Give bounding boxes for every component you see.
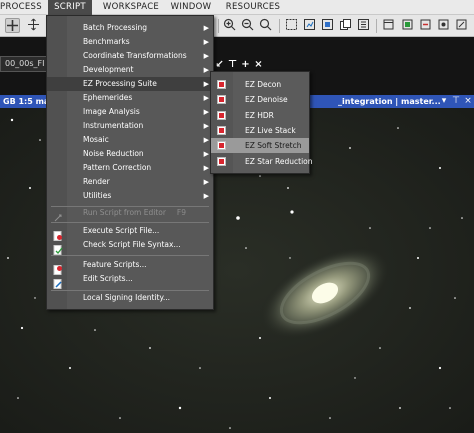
chevron-right-icon: ▶ bbox=[203, 66, 209, 74]
preview-icon[interactable] bbox=[284, 18, 299, 33]
menu-workspace[interactable]: WORKSPACE bbox=[102, 0, 160, 15]
copy-icon[interactable] bbox=[338, 18, 353, 33]
menu-item-check-syntax[interactable]: Check Script File Syntax... bbox=[47, 238, 213, 255]
script-icon bbox=[217, 141, 226, 150]
script-icon bbox=[217, 80, 226, 89]
menu-item-feature-scripts[interactable]: Feature Scripts... bbox=[47, 258, 213, 275]
menu-item-mosaic[interactable]: Mosaic ▶ bbox=[47, 133, 213, 147]
menu-item-pattern-correction[interactable]: Pattern Correction ▶ bbox=[47, 161, 213, 175]
menu-window[interactable]: WINDOW bbox=[168, 0, 214, 15]
menu-script[interactable]: SCRIPT bbox=[48, 0, 92, 15]
menu-separator bbox=[51, 222, 209, 223]
format-icon[interactable] bbox=[454, 18, 469, 33]
menu-item-instrumentation[interactable]: Instrumentation ▶ bbox=[47, 119, 213, 133]
window-controls: ↙ ⊤ + × bbox=[214, 59, 266, 71]
menu-item-coordinate-transformations[interactable]: Coordinate Transformations ▶ bbox=[47, 49, 213, 63]
ez-processing-submenu: EZ Decon EZ Denoise EZ HDR EZ Live Stack… bbox=[210, 71, 313, 174]
menu-item-ez-processing-suite[interactable]: EZ Processing Suite ▶ bbox=[47, 77, 213, 91]
shade-icon[interactable]: ▾ bbox=[439, 96, 449, 107]
move-icon[interactable] bbox=[26, 18, 41, 33]
menu-item-render[interactable]: Render ▶ bbox=[47, 175, 213, 189]
chevron-right-icon: ▶ bbox=[203, 38, 209, 46]
chevron-right-icon: ▶ bbox=[203, 94, 209, 102]
menu-item-ez-denoise[interactable]: EZ Denoise bbox=[211, 92, 309, 107]
close-icon[interactable]: × bbox=[463, 96, 473, 107]
add-icon[interactable] bbox=[5, 18, 20, 33]
pin-icon[interactable]: ↙ bbox=[214, 59, 225, 70]
menu-item-image-analysis[interactable]: Image Analysis ▶ bbox=[47, 105, 213, 119]
menu-item-ez-soft-stretch[interactable]: EZ Soft Stretch bbox=[211, 138, 309, 153]
close-icon[interactable]: × bbox=[253, 59, 264, 70]
menu-item-ez-decon[interactable]: EZ Decon bbox=[211, 77, 309, 92]
minimized-window-title: 00_00s_FI bbox=[5, 59, 45, 68]
menu-item-noise-reduction[interactable]: Noise Reduction ▶ bbox=[47, 147, 213, 161]
edit-scripts-icon bbox=[53, 274, 63, 289]
menu-item-execute-script[interactable]: Execute Script File... bbox=[47, 224, 213, 241]
chevron-right-icon: ▶ bbox=[203, 80, 209, 88]
explorer-icon[interactable] bbox=[436, 18, 451, 33]
menu-item-ez-star-reduction[interactable]: EZ Star Reduction bbox=[211, 154, 313, 169]
script-icon bbox=[217, 111, 226, 120]
menu-process[interactable]: PROCESS bbox=[0, 0, 42, 15]
readout-icon[interactable] bbox=[302, 18, 317, 33]
menu-item-edit-scripts[interactable]: Edit Scripts... bbox=[47, 272, 213, 289]
menu-item-ez-hdr[interactable]: EZ HDR bbox=[211, 108, 309, 123]
chevron-right-icon: ▶ bbox=[203, 178, 209, 186]
chevron-right-icon: ▶ bbox=[203, 108, 209, 116]
script-icon bbox=[217, 95, 226, 104]
chevron-right-icon: ▶ bbox=[203, 164, 209, 172]
color-sample-icon[interactable] bbox=[320, 18, 335, 33]
maximize-icon[interactable]: ⊤ bbox=[451, 96, 461, 107]
shortcut-label: F9 bbox=[176, 208, 186, 217]
menu-resources[interactable]: RESOURCES bbox=[224, 0, 282, 15]
menu-item-utilities[interactable]: Utilities ▶ bbox=[47, 189, 213, 203]
menu-item-development[interactable]: Development ▶ bbox=[47, 63, 213, 77]
script-menu: Batch Processing ▶ Benchmarks ▶ Coordina… bbox=[46, 15, 214, 310]
process-icon[interactable] bbox=[418, 18, 433, 33]
image-window-title-right: _integration | master... bbox=[338, 97, 441, 106]
menu-separator bbox=[51, 255, 209, 256]
chevron-right-icon: ▶ bbox=[203, 136, 209, 144]
zoom-fit-icon[interactable] bbox=[258, 18, 273, 33]
run-script-icon bbox=[53, 208, 63, 222]
script-icon bbox=[217, 126, 226, 135]
menu-item-ez-live-stack[interactable]: EZ Live Stack bbox=[211, 123, 309, 138]
chevron-right-icon: ▶ bbox=[203, 150, 209, 158]
execute-script-icon bbox=[53, 226, 63, 241]
window-icon[interactable] bbox=[381, 18, 396, 33]
maximize-icon[interactable]: + bbox=[240, 59, 251, 70]
chevron-right-icon: ▶ bbox=[203, 122, 209, 130]
script-icon bbox=[217, 157, 226, 166]
chevron-right-icon: ▶ bbox=[203, 24, 209, 32]
menu-item-batch-processing[interactable]: Batch Processing ▶ bbox=[47, 21, 213, 35]
history-icon[interactable] bbox=[400, 18, 415, 33]
check-syntax-icon bbox=[53, 240, 63, 255]
chevron-right-icon: ▶ bbox=[203, 52, 209, 60]
zoom-in-icon[interactable] bbox=[222, 18, 237, 33]
info-icon[interactable] bbox=[356, 18, 371, 33]
menu-item-ephemerides[interactable]: Ephemerides ▶ bbox=[47, 91, 213, 105]
menubar: PROCESS SCRIPT WORKSPACE WINDOW RESOURCE… bbox=[0, 0, 474, 15]
zoom-out-icon[interactable] bbox=[240, 18, 255, 33]
feature-scripts-icon bbox=[53, 260, 63, 275]
shade-icon[interactable]: ⊤ bbox=[227, 59, 238, 70]
menu-item-benchmarks[interactable]: Benchmarks ▶ bbox=[47, 35, 213, 49]
chevron-right-icon: ▶ bbox=[203, 192, 209, 200]
menu-item-run-script[interactable]: Run Script from Editor F9 bbox=[47, 206, 213, 222]
menu-item-signing-identity[interactable]: Local Signing Identity... bbox=[47, 291, 213, 305]
